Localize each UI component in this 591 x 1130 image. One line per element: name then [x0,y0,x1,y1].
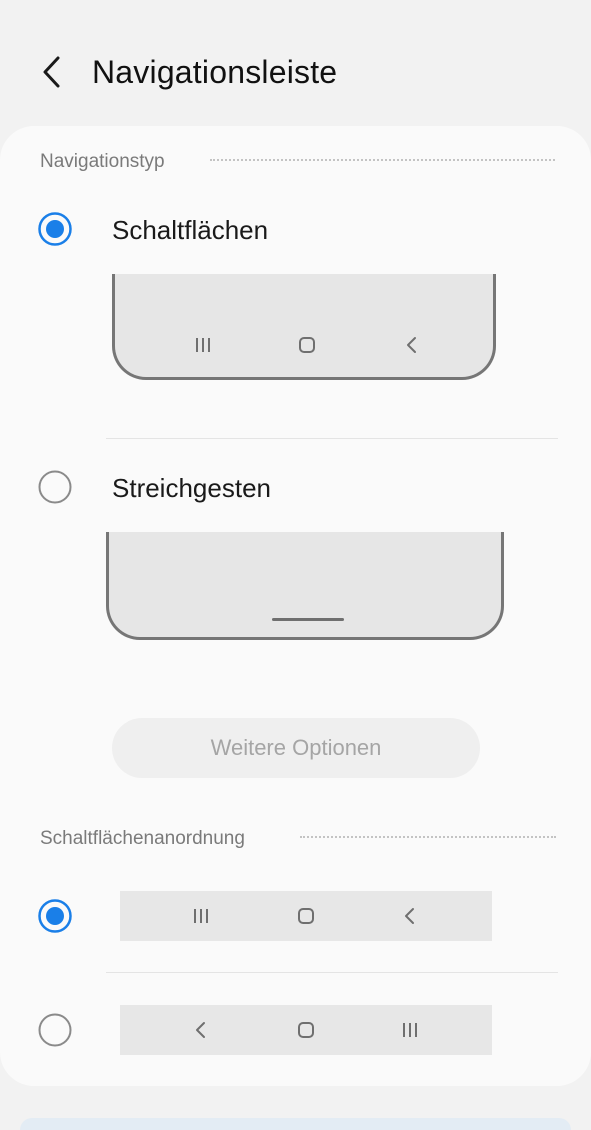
button-order-preview-1[interactable] [120,891,492,941]
home-icon [291,1015,321,1045]
home-icon [291,901,321,931]
section-label-button-order: Schaltflächenanordnung [40,828,245,849]
chevron-left-icon [43,56,60,88]
page-title: Navigationsleiste [92,54,338,90]
radio-order-option-2[interactable] [38,1013,72,1047]
button-order-preview-2[interactable] [120,1005,492,1055]
next-card-edge [20,1118,571,1130]
section-label-navigation-type: Navigationstyp [40,151,165,172]
radio-buttons-option-selected[interactable] [38,212,72,246]
option-label-buttons[interactable]: Schaltflächen [112,214,268,246]
back-button[interactable] [30,50,74,94]
more-options-button[interactable]: Weitere Optionen [112,718,480,778]
home-icon [292,330,322,360]
preview-buttons-phone [112,274,496,380]
recents-icon [395,1015,425,1045]
back-icon [186,1015,216,1045]
option-label-gestures[interactable]: Streichgesten [112,472,271,504]
option-divider [106,438,558,439]
radio-gestures-option[interactable] [38,470,72,504]
radio-order-option-1-selected[interactable] [38,899,72,933]
section-divider-dots [210,159,555,161]
section-divider-dots [300,836,556,838]
recents-icon [186,901,216,931]
app-header: Navigationsleiste [0,0,591,126]
recents-icon [188,330,218,360]
preview-gestures-phone [106,532,504,640]
gesture-handle-bar [272,618,344,621]
option-divider [106,972,558,973]
back-icon [395,901,425,931]
back-icon [397,330,427,360]
